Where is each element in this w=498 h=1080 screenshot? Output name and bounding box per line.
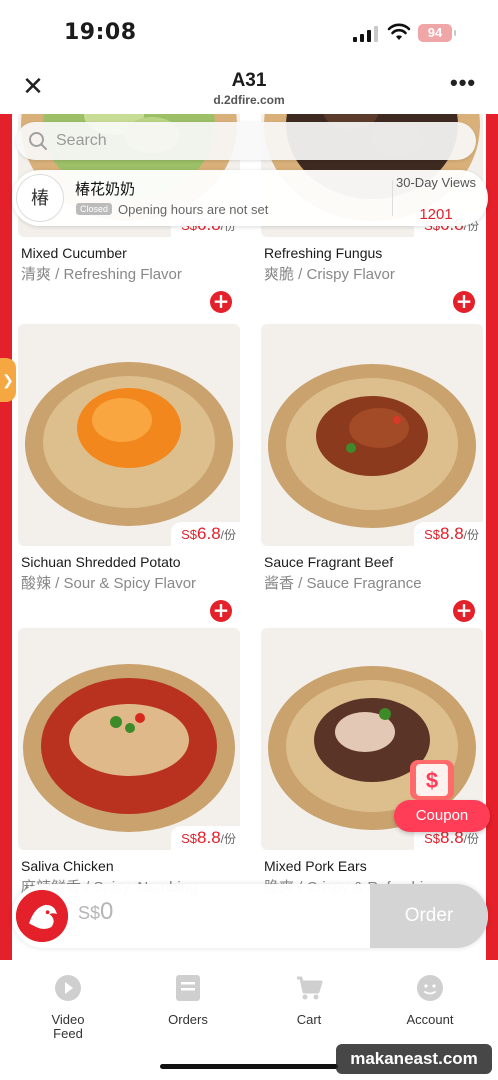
cart-bar: S$0 Order xyxy=(12,884,488,948)
cart-icon xyxy=(297,976,323,1000)
search-input[interactable]: Search xyxy=(16,122,476,160)
coupon-symbol: $ xyxy=(426,768,438,793)
battery-icon: 94 xyxy=(418,24,456,42)
tab-cart[interactable]: Cart xyxy=(259,974,359,1027)
add-to-cart-button[interactable]: + xyxy=(210,600,232,622)
divider xyxy=(392,180,393,216)
dish-photo xyxy=(261,324,483,546)
views-count: 1201 xyxy=(419,206,453,223)
dish-flavor: 酱香 / Sauce Fragrance xyxy=(264,575,422,592)
dish-name: Saliva Chicken xyxy=(21,858,114,874)
tab-orders[interactable]: Orders xyxy=(138,974,238,1027)
order-button[interactable]: Order xyxy=(370,884,488,948)
store-avatar: 椿 xyxy=(16,174,64,222)
dish-name: Sauce Fragrant Beef xyxy=(264,554,394,570)
dish-name: Mixed Cucumber xyxy=(21,245,127,261)
nav-bar: ✕ A31 d.2dfire.com ••• xyxy=(0,64,498,114)
status-bar: 19:08 94 xyxy=(0,0,498,64)
wifi-icon xyxy=(387,23,411,40)
search-icon xyxy=(29,132,47,150)
tab-account[interactable]: Account xyxy=(380,974,480,1027)
home-indicator[interactable] xyxy=(160,1064,338,1069)
dish-photo xyxy=(18,628,240,850)
play-icon xyxy=(55,975,81,1001)
dish-photo xyxy=(18,324,240,546)
signal-icon xyxy=(353,26,378,42)
tab-label: Account xyxy=(406,1012,454,1027)
status-badge: Closed xyxy=(76,203,113,215)
search-placeholder: Search xyxy=(56,132,107,149)
tab-label: Orders xyxy=(168,1012,208,1027)
cart-total: S$0 xyxy=(78,898,114,925)
status-time: 19:08 xyxy=(64,20,137,45)
add-to-cart-button[interactable]: + xyxy=(453,291,475,313)
page-url: d.2dfire.com xyxy=(213,93,285,107)
tab-label: Cart xyxy=(296,1012,322,1027)
dish-flavor: 酸辣 / Sour & Spicy Flavor xyxy=(21,575,197,592)
face-icon xyxy=(417,975,443,1001)
tab-video-feed[interactable]: Video Feed xyxy=(18,974,118,1041)
document-icon xyxy=(176,975,200,1001)
price-tag: S$8.8/份 xyxy=(171,826,240,852)
dish-flavor: 清爽 / Refreshing Flavor xyxy=(21,266,182,283)
coupon-gift-icon[interactable]: $ xyxy=(408,752,456,802)
add-to-cart-button[interactable]: + xyxy=(453,600,475,622)
more-options-button[interactable]: ••• xyxy=(450,70,480,95)
views-label: 30-Day Views xyxy=(396,175,476,190)
store-logo-icon[interactable] xyxy=(14,888,70,944)
menu-content: ❯ S$6.8/份 Mixed Cucumber 清爽 / Refreshing… xyxy=(0,114,498,960)
dish-name: Sichuan Shredded Potato xyxy=(21,554,181,570)
page-title: A31 xyxy=(231,70,267,91)
watermark: makaneast.com xyxy=(336,1044,492,1074)
dish-flavor: 爽脆 / Crispy Flavor xyxy=(264,266,395,283)
store-name: 椿花奶奶 xyxy=(75,181,136,198)
tab-label: Video Feed xyxy=(51,1012,85,1041)
price-tag: S$6.8/份 xyxy=(171,522,240,548)
coupon-button[interactable]: Coupon xyxy=(394,800,490,832)
opening-hours: Opening hours are not set xyxy=(118,202,269,217)
dish-grid: S$6.8/份 Mixed Cucumber 清爽 / Refreshing F… xyxy=(12,114,486,960)
price-tag: S$8.8/份 xyxy=(414,522,483,548)
add-to-cart-button[interactable]: + xyxy=(210,291,232,313)
category-drawer-tab[interactable]: ❯ xyxy=(0,358,16,402)
dish-name: Refreshing Fungus xyxy=(264,245,383,261)
store-info-bar[interactable]: 椿 椿花奶奶 Closed Opening hours are not set … xyxy=(12,170,488,226)
dish-name: Mixed Pork Ears xyxy=(264,858,367,874)
